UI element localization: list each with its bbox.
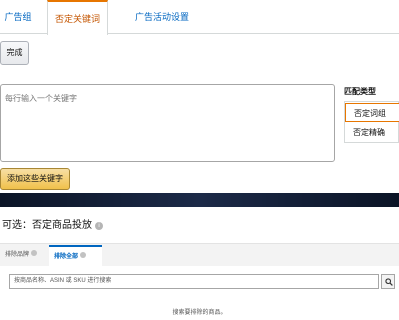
search-button[interactable]	[381, 274, 395, 289]
tab-exclude-brands[interactable]: 排除品牌	[2, 245, 42, 266]
info-icon	[80, 252, 87, 258]
tab-exclude-all-label: 排除全部	[54, 254, 79, 260]
tab-campaign-settings[interactable]: 广告活动设置	[112, 0, 212, 34]
product-search-input[interactable]: 按商品名称、ASIN 或 SKU 进行搜索	[9, 274, 379, 289]
match-option-negative-exact[interactable]: 否定精确	[345, 123, 399, 142]
optional-section-label: 可选：否定商品投放	[2, 220, 92, 231]
empty-state-message: 搜索要排除的商品。	[172, 310, 227, 316]
optional-section-title: 可选：否定商品投放 i	[2, 216, 103, 231]
tab-bar: 广告组 否定关键词 广告活动设置	[0, 0, 399, 35]
match-option-negative-phrase[interactable]: 否定词组	[345, 103, 399, 122]
tab-exclude-brands-label: 排除品牌	[5, 252, 30, 258]
done-button[interactable]: 完成	[0, 41, 29, 65]
tab-ad-groups[interactable]: 广告组	[0, 0, 36, 34]
add-keywords-button[interactable]: 添加这些关键字	[0, 168, 70, 190]
keywords-placeholder: 每行输入一个关键字	[5, 94, 77, 103]
tab-negative-keywords[interactable]: 否定关键词	[47, 0, 108, 35]
divider-banner	[0, 193, 399, 207]
keywords-textarea[interactable]: 每行输入一个关键字	[0, 84, 335, 162]
match-type-list: 否定词组 否定精确	[344, 101, 399, 143]
info-icon	[31, 250, 38, 256]
match-type-title: 匹配类型	[344, 87, 376, 96]
info-icon[interactable]: i	[95, 222, 103, 230]
search-icon	[385, 278, 393, 286]
tab-exclude-all[interactable]: 排除全部	[49, 245, 102, 266]
